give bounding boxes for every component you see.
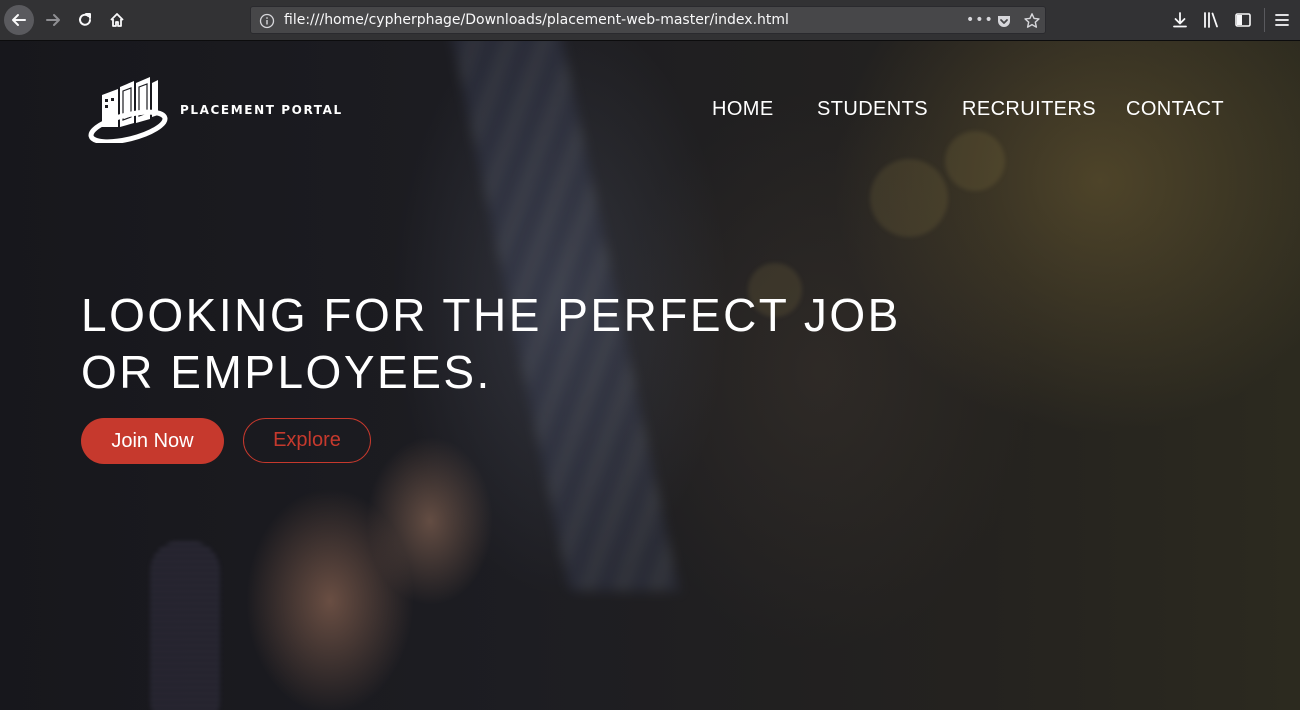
- bookmark-star-icon[interactable]: [1023, 12, 1041, 30]
- toolbar-separator: [1264, 8, 1265, 32]
- url-bar[interactable]: file:///home/cypherphage/Downloads/place…: [250, 6, 1046, 34]
- home-icon: [110, 13, 124, 27]
- nav-home[interactable]: HOME: [712, 98, 774, 121]
- home-button[interactable]: [102, 5, 132, 35]
- pocket-icon[interactable]: [996, 13, 1012, 29]
- sidebar-icon[interactable]: [1234, 11, 1252, 29]
- download-icon[interactable]: [1171, 11, 1189, 29]
- explore-button[interactable]: Explore: [243, 418, 371, 463]
- hero-headline: LOOKING FOR THE PERFECT JOB OR EMPLOYEES…: [81, 289, 901, 398]
- hero-section: PLACEMENT PORTAL HOME STUDENTS RECRUITER…: [0, 41, 1300, 710]
- join-now-button[interactable]: Join Now: [81, 418, 224, 464]
- nav-students[interactable]: STUDENTS: [817, 98, 928, 121]
- site-logo[interactable]: PLACEMENT PORTAL: [88, 77, 343, 143]
- back-arrow-icon: [12, 14, 26, 26]
- forward-arrow-icon: [46, 14, 60, 26]
- background-sleeve: [150, 541, 220, 710]
- library-icon[interactable]: [1202, 11, 1220, 29]
- nav-contact[interactable]: CONTACT: [1126, 98, 1224, 121]
- bokeh-light: [945, 131, 1005, 191]
- info-icon[interactable]: [259, 13, 275, 29]
- building-logo-icon: [88, 77, 168, 143]
- back-button[interactable]: [4, 5, 34, 35]
- reload-button[interactable]: [70, 5, 100, 35]
- url-text[interactable]: file:///home/cypherphage/Downloads/place…: [284, 12, 789, 28]
- reload-icon: [79, 13, 91, 26]
- logo-text: PLACEMENT PORTAL: [180, 103, 343, 117]
- hamburger-menu-icon[interactable]: [1274, 11, 1290, 29]
- browser-toolbar: file:///home/cypherphage/Downloads/place…: [0, 0, 1300, 41]
- page-actions-menu[interactable]: •••: [966, 12, 994, 28]
- bokeh-light: [870, 159, 948, 237]
- forward-button[interactable]: [38, 5, 68, 35]
- nav-recruiters[interactable]: RECRUITERS: [962, 98, 1096, 121]
